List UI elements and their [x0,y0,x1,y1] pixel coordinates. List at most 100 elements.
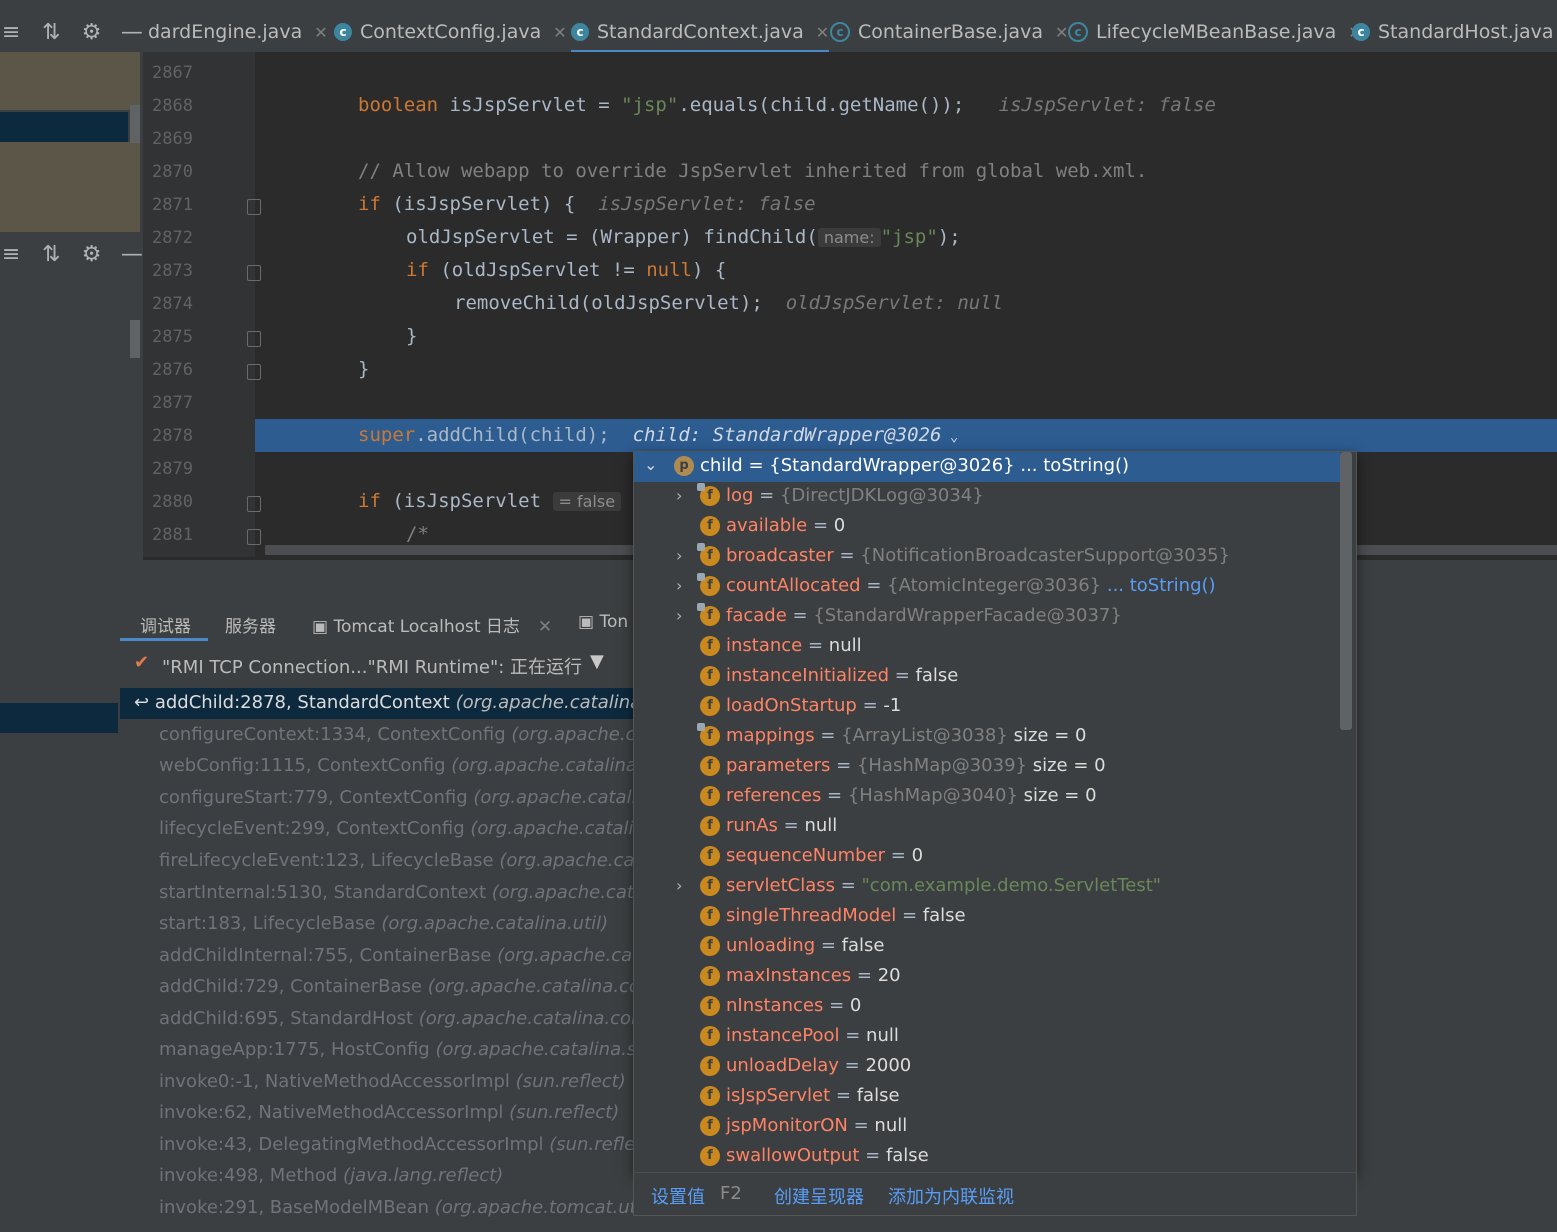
stack-frame[interactable]: invoke0:-1, NativeMethodAccessorImpl (su… [159,1071,626,1092]
chevron-right-icon[interactable]: › [676,576,682,595]
expand-icon[interactable]: ≡ [0,20,22,45]
stack-frame[interactable]: manageApp:1775, HostConfig (org.apache.c… [159,1039,662,1060]
code-line-2878[interactable]: super.addChild(child); child: StandardWr… [358,424,958,446]
tree-field-row[interactable]: › f broadcaster = {NotificationBroadcaster… [634,542,1340,572]
tab-server[interactable]: 服务器 [225,612,276,637]
tree-field-row[interactable]: f instanceInitialized = false [634,662,1340,692]
code-line-2870[interactable]: // Allow webapp to override JspServlet i… [358,160,1147,182]
tab-debugger[interactable]: 调试器 [140,612,191,637]
chevron-right-icon[interactable]: › [676,486,682,505]
add-inline-watch-link[interactable]: 添加为内联监视 [888,1183,1014,1209]
tree-field-row[interactable]: f isJspServlet = false [634,1082,1340,1112]
code-line-2875[interactable]: } [406,325,417,347]
inline-debug-value[interactable]: child: StandardWrapper@3026 [633,424,942,446]
tree-field-row[interactable]: f instancePool = null [634,1022,1340,1052]
stack-frame[interactable]: addChild:695, StandardHost (org.apache.c… [159,1008,657,1029]
structure-scrollbar[interactable] [130,105,140,143]
stack-frame[interactable]: webConfig:1115, ContextConfig (org.apach… [159,755,659,776]
tree-root-child[interactable]: ⌄ p child = {StandardWrapper@3026} ... t… [634,452,1340,482]
chevron-right-icon[interactable]: › [676,546,682,565]
stack-frame[interactable]: fireLifecycleEvent:123, LifecycleBase (o… [159,850,674,871]
tree-field-row[interactable]: f nInstances = 0 [634,992,1340,1022]
tab-context-config[interactable]: c ContextConfig.java ✕ [334,14,567,50]
structure-panel-selection[interactable] [0,112,128,142]
stack-frame[interactable]: configureContext:1334, ContextConfig (or… [159,724,665,745]
tree-field-row[interactable]: f references = {HashMap@3040} size = 0 [634,782,1340,812]
tostring-link[interactable]: ... toString() [1107,575,1216,596]
panel-scrollbar[interactable] [130,320,140,358]
stack-frame[interactable]: invoke:498, Method (java.lang.reflect) [159,1165,503,1186]
code-line-2880[interactable]: if (isJspServlet = false [358,490,622,512]
fold-marker-icon[interactable] [247,331,261,347]
tab-container-base[interactable]: c ContainerBase.java ✕ [830,14,1068,50]
chevron-right-icon[interactable]: › [676,606,682,625]
code-line-2874[interactable]: removeChild(oldJspServlet); oldJspServle… [454,292,1003,314]
code-line-2873[interactable]: if (oldJspServlet != null) { [406,259,726,281]
code-line-2871[interactable]: if (isJspServlet) { isJspServlet: false [358,193,816,215]
code-line-2881[interactable]: /* [406,523,429,545]
tree-field-row[interactable]: › f log = {DirectJDKLog@3034} [634,482,1340,512]
tree-field-row[interactable]: f maxInstances = 20 [634,962,1340,992]
tree-field-row[interactable]: f unloading = false [634,932,1340,962]
stack-frame[interactable]: invoke:62, NativeMethodAccessorImpl (sun… [159,1102,619,1123]
tree-field-row[interactable]: f swallowOutput = false [634,1142,1340,1172]
close-icon[interactable]: ✕ [553,23,566,42]
close-icon[interactable]: ✕ [816,23,829,42]
tostring-link[interactable]: ... toString() [1020,455,1129,476]
tree-field-row[interactable]: f jspMonitorON = null [634,1112,1340,1142]
collapse-all-icon[interactable]: ⇅ [40,242,62,267]
close-icon[interactable]: ✕ [1055,23,1068,42]
tab-lifecycle-mbean-base[interactable]: cLifecycleMBeanBase.java✕ [1068,14,1362,50]
tree-field-row[interactable]: f unloadDelay = 2000 [634,1052,1340,1082]
thread-selector[interactable]: ✔ "RMI TCP Connection..."RMI Runtime": 正… [120,648,640,684]
expand-icon[interactable]: ≡ [0,242,22,267]
tree-field-row[interactable]: f available = 0 [634,512,1340,542]
stack-frame[interactable]: addChild:729, ContainerBase (org.apache.… [159,976,665,997]
chevron-down-icon[interactable]: ⌄ [644,455,657,474]
close-icon[interactable]: ✕ [314,23,327,42]
fold-marker-icon[interactable] [247,265,261,281]
filter-icon[interactable]: ▼ [590,651,604,672]
tree-field-row[interactable]: f loadOnStartup = -1 [634,692,1340,722]
collapse-all-icon[interactable]: ⇅ [40,20,62,45]
tree-field-row[interactable]: › f facade = {StandardWrapperFacade@3037} [634,602,1340,632]
code-line-2872[interactable]: oldJspServlet = (Wrapper) findChild(name… [406,226,961,248]
tree-field-row[interactable]: f instance = null [634,632,1340,662]
tab-standard-context[interactable]: c StandardContext.java ✕ [571,14,830,53]
stack-frame[interactable]: invoke:291, BaseModelMBean (org.apache.t… [159,1197,670,1218]
stack-frame[interactable]: addChildInternal:755, ContainerBase (org… [159,945,660,966]
stack-frame[interactable]: ↩ addChild:2878, StandardContext (org.ap… [134,692,657,713]
tree-field-row[interactable]: f sequenceNumber = 0 [634,842,1340,872]
stack-frame[interactable]: start:183, LifecycleBase (org.apache.cat… [159,913,608,934]
chevron-down-icon[interactable]: ⌄ [941,429,958,445]
fold-marker-icon[interactable] [247,496,261,512]
gear-icon[interactable]: ⚙ [81,20,103,45]
stack-frame[interactable]: configureStart:779, ContextConfig (org.a… [159,787,665,808]
tree-field-row[interactable]: f runAs = null [634,812,1340,842]
popup-scrollbar[interactable] [1340,452,1352,730]
code-line-2868[interactable]: boolean isJspServlet = "jsp".equals(chil… [358,94,1216,116]
minimize-icon[interactable]: — [121,242,143,267]
gear-icon[interactable]: ⚙ [81,242,103,267]
fold-marker-icon[interactable] [247,199,261,215]
tab-standard-engine[interactable]: dardEngine.java ✕ [148,14,328,50]
set-value-link[interactable]: 设置值 [651,1183,705,1209]
close-icon[interactable]: ✕ [538,617,552,637]
minimize-icon[interactable]: — [121,20,143,45]
chevron-right-icon[interactable]: › [676,876,682,895]
tree-field-row[interactable]: f mappings = {ArrayList@3038} size = 0 [634,722,1340,752]
tree-field-row[interactable]: › f servletClass = "com.example.demo.Servl… [634,872,1340,902]
stack-frame[interactable]: lifecycleEvent:299, ContextConfig (org.a… [159,818,671,839]
tab-standard-host[interactable]: c StandardHost.java [1352,14,1554,50]
tree-field-row[interactable]: › f countAllocated = {AtomicInteger@3036} … [634,572,1340,602]
stack-frame[interactable]: invoke:43, DelegatingMethodAccessorImpl … [159,1134,658,1155]
fold-marker-icon[interactable] [247,529,261,545]
create-renderer-link[interactable]: 创建呈现器 [774,1183,864,1209]
tree-field-row[interactable]: f singleThreadModel = false [634,902,1340,932]
tab-tomcat-catalina-log[interactable]: ▣ Ton [578,612,628,632]
tab-tomcat-localhost-log[interactable]: ▣ Tomcat Localhost 日志 ✕ [312,612,552,637]
code-line-2876[interactable]: } [358,358,369,380]
fold-marker-icon[interactable] [247,364,261,380]
stack-frame[interactable]: startInternal:5130, StandardContext (org… [159,882,662,903]
tree-field-row[interactable]: f parameters = {HashMap@3039} size = 0 [634,752,1340,782]
